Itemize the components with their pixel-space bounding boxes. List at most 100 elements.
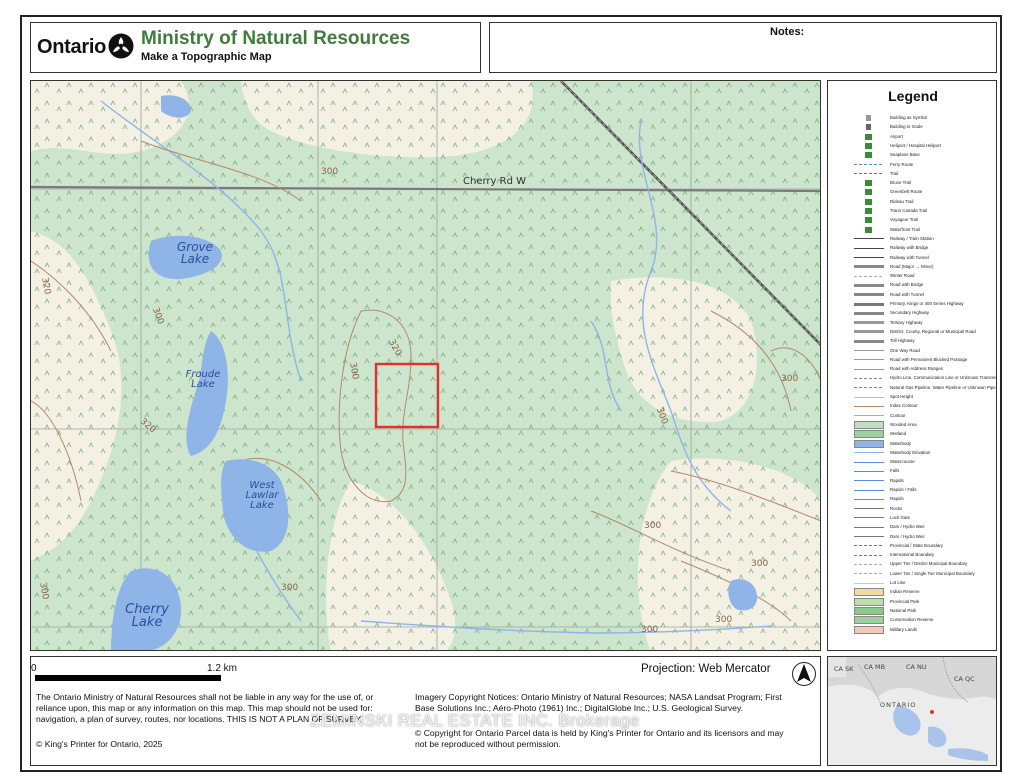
legend-item: Hydro Line, Communication Line or Unknow… — [854, 374, 996, 383]
legend-item: Trail — [854, 169, 994, 178]
legend-item: Dam / Hydro Weir — [854, 523, 994, 532]
legend-item: Contour — [854, 411, 994, 420]
map-subtitle: Make a Topographic Map — [141, 51, 272, 63]
legend-symbol-icon — [854, 532, 884, 541]
legend-symbol-icon — [854, 169, 884, 178]
legend-symbol-icon — [854, 513, 884, 522]
legend-item-label: Greenbelt Route — [890, 189, 923, 195]
legend-item-label: Building as Symbol — [890, 115, 928, 120]
legend-item: Rapids — [854, 476, 994, 485]
legend-item: Wetland — [854, 430, 994, 439]
legend-item-label: Hydro Line, Communication Line or Unknow… — [890, 375, 996, 381]
legend-item: Road with Permanent Blocked Passage — [854, 355, 994, 364]
legend-item-label: Rapids — [890, 477, 904, 483]
legend-item: Military Lands — [854, 625, 994, 634]
contour-label: 300 — [641, 625, 659, 635]
legend-symbol-icon — [854, 216, 884, 225]
legend-symbol-icon — [854, 188, 884, 197]
legend-symbol-icon — [854, 272, 884, 281]
legend-item-label: Waterbody — [890, 440, 912, 446]
legend-item: Rideau Trail — [854, 197, 994, 206]
legend-item: Road (Major → Minor) — [854, 262, 994, 271]
legend-symbol-icon — [854, 318, 884, 327]
legend-symbol-icon — [854, 606, 884, 615]
legend-symbol-icon — [854, 560, 884, 569]
legend-item: Falls — [854, 467, 994, 476]
legend-symbol-icon — [854, 365, 884, 374]
legend-item: Building as Symbol — [854, 114, 994, 122]
legend-symbol-icon — [854, 551, 884, 560]
legend-item-label: Rapids — [890, 496, 904, 502]
legend-item-label: Falls — [890, 468, 900, 474]
legend-symbol-icon — [854, 430, 884, 439]
legend-symbol-icon — [854, 411, 884, 420]
legend-item-label: Toll Highway — [890, 338, 915, 344]
notes-label: Notes: — [770, 26, 805, 38]
legend-symbol-icon — [854, 151, 884, 160]
legend-item: One Way Road — [854, 346, 994, 355]
legend-item-label: Railway / Train Station — [890, 235, 934, 241]
legend-symbol-icon — [854, 569, 884, 578]
legend-item-label: One Way Road — [890, 347, 920, 353]
legend-item-label: Rapids / Falls — [890, 487, 917, 492]
legend-item: Road with Address Ranges — [854, 365, 994, 374]
legend-item: Upper Tier / District Municipal Boundary — [854, 560, 994, 569]
legend-title: Legend — [888, 88, 938, 104]
legend-symbol-icon — [854, 541, 884, 550]
legend-item-label: Wetland — [890, 431, 907, 437]
legend-item-label: Provincial Park — [890, 598, 920, 604]
legend-item-label: Road with Tunnel — [890, 291, 924, 297]
legend-item-label: District, County, Regional or Municipal … — [890, 328, 976, 334]
legend-item-label: Airport — [890, 133, 903, 139]
legend-symbol-icon — [854, 262, 884, 271]
legend-item: Spot Height — [854, 393, 994, 401]
notes-box[interactable] — [489, 22, 997, 73]
legend-symbol-icon — [854, 439, 884, 448]
legend-item: Railway with Tunnel — [854, 253, 994, 262]
legend-item: Conservation Reserve — [854, 616, 994, 625]
legend-item-label: Dam / Hydro Weir — [890, 533, 925, 539]
legend-item: Building to Scale — [854, 123, 994, 132]
legend-item-label: Upper Tier / District Municipal Boundary — [890, 561, 968, 567]
legend-symbol-icon — [854, 160, 884, 169]
legend-symbol-icon — [854, 123, 884, 132]
legend-symbol-icon — [854, 244, 884, 253]
location-marker — [930, 710, 934, 714]
legend-item-label: Seaplane Base — [890, 152, 920, 158]
legend-symbol-icon — [854, 476, 884, 485]
lake-label-froude: Froude Lake — [185, 369, 221, 390]
disclaimer-line-1: The Ontario Ministry of Natural Resource… — [36, 692, 374, 702]
legend-item: Seaplane Base — [854, 151, 994, 160]
legend-item: District, County, Regional or Municipal … — [854, 327, 994, 336]
legend-item: Road with Bridge — [854, 281, 994, 290]
contour-label: 300 — [715, 615, 733, 625]
inset-canvas — [828, 657, 996, 765]
topographic-map[interactable]: Cherry Rd W Grove Lake Froude Lake West Law… — [30, 80, 821, 651]
legend-item: Wooded Area — [854, 420, 994, 429]
legend-symbol-icon — [854, 355, 884, 364]
legend-item-label: Rideau Trail — [890, 198, 914, 204]
legend-item-label: Trail — [890, 170, 899, 176]
scale-bar — [35, 675, 221, 681]
legend-item: Secondary Highway — [854, 309, 994, 318]
legend-symbol-icon — [854, 495, 884, 504]
legend-symbol-icon — [854, 290, 884, 299]
legend-item-label: Natural Gas Pipeline, Water Pipeline or … — [890, 384, 997, 390]
legend-symbol-icon — [854, 458, 884, 467]
legend-symbol-icon — [854, 625, 884, 634]
legend-item: Road with Tunnel — [854, 290, 994, 299]
parcel-line-2: not be reproduced without permission. — [415, 739, 561, 749]
legend-item: Waterfront Trail — [854, 225, 994, 234]
legend-item: Lock Gate — [854, 513, 994, 522]
legend-item-label: Railway with Tunnel — [890, 254, 929, 260]
scale-start-label: 0 — [31, 663, 37, 674]
legend-item: Provincial / State Boundary — [854, 541, 994, 550]
contour-label: 300 — [644, 521, 662, 531]
legend-item-label: Waterbody Elevation — [890, 449, 931, 455]
legend-item: Winter Road — [854, 272, 994, 281]
lake-label-cherry: Cherry Lake — [125, 602, 169, 630]
legend-item: Watercourse — [854, 458, 994, 467]
legend-item-label: Military Lands — [890, 626, 918, 632]
legend-item: Tertiary Highway — [854, 318, 994, 327]
legend-item: Index Contour — [854, 402, 994, 411]
